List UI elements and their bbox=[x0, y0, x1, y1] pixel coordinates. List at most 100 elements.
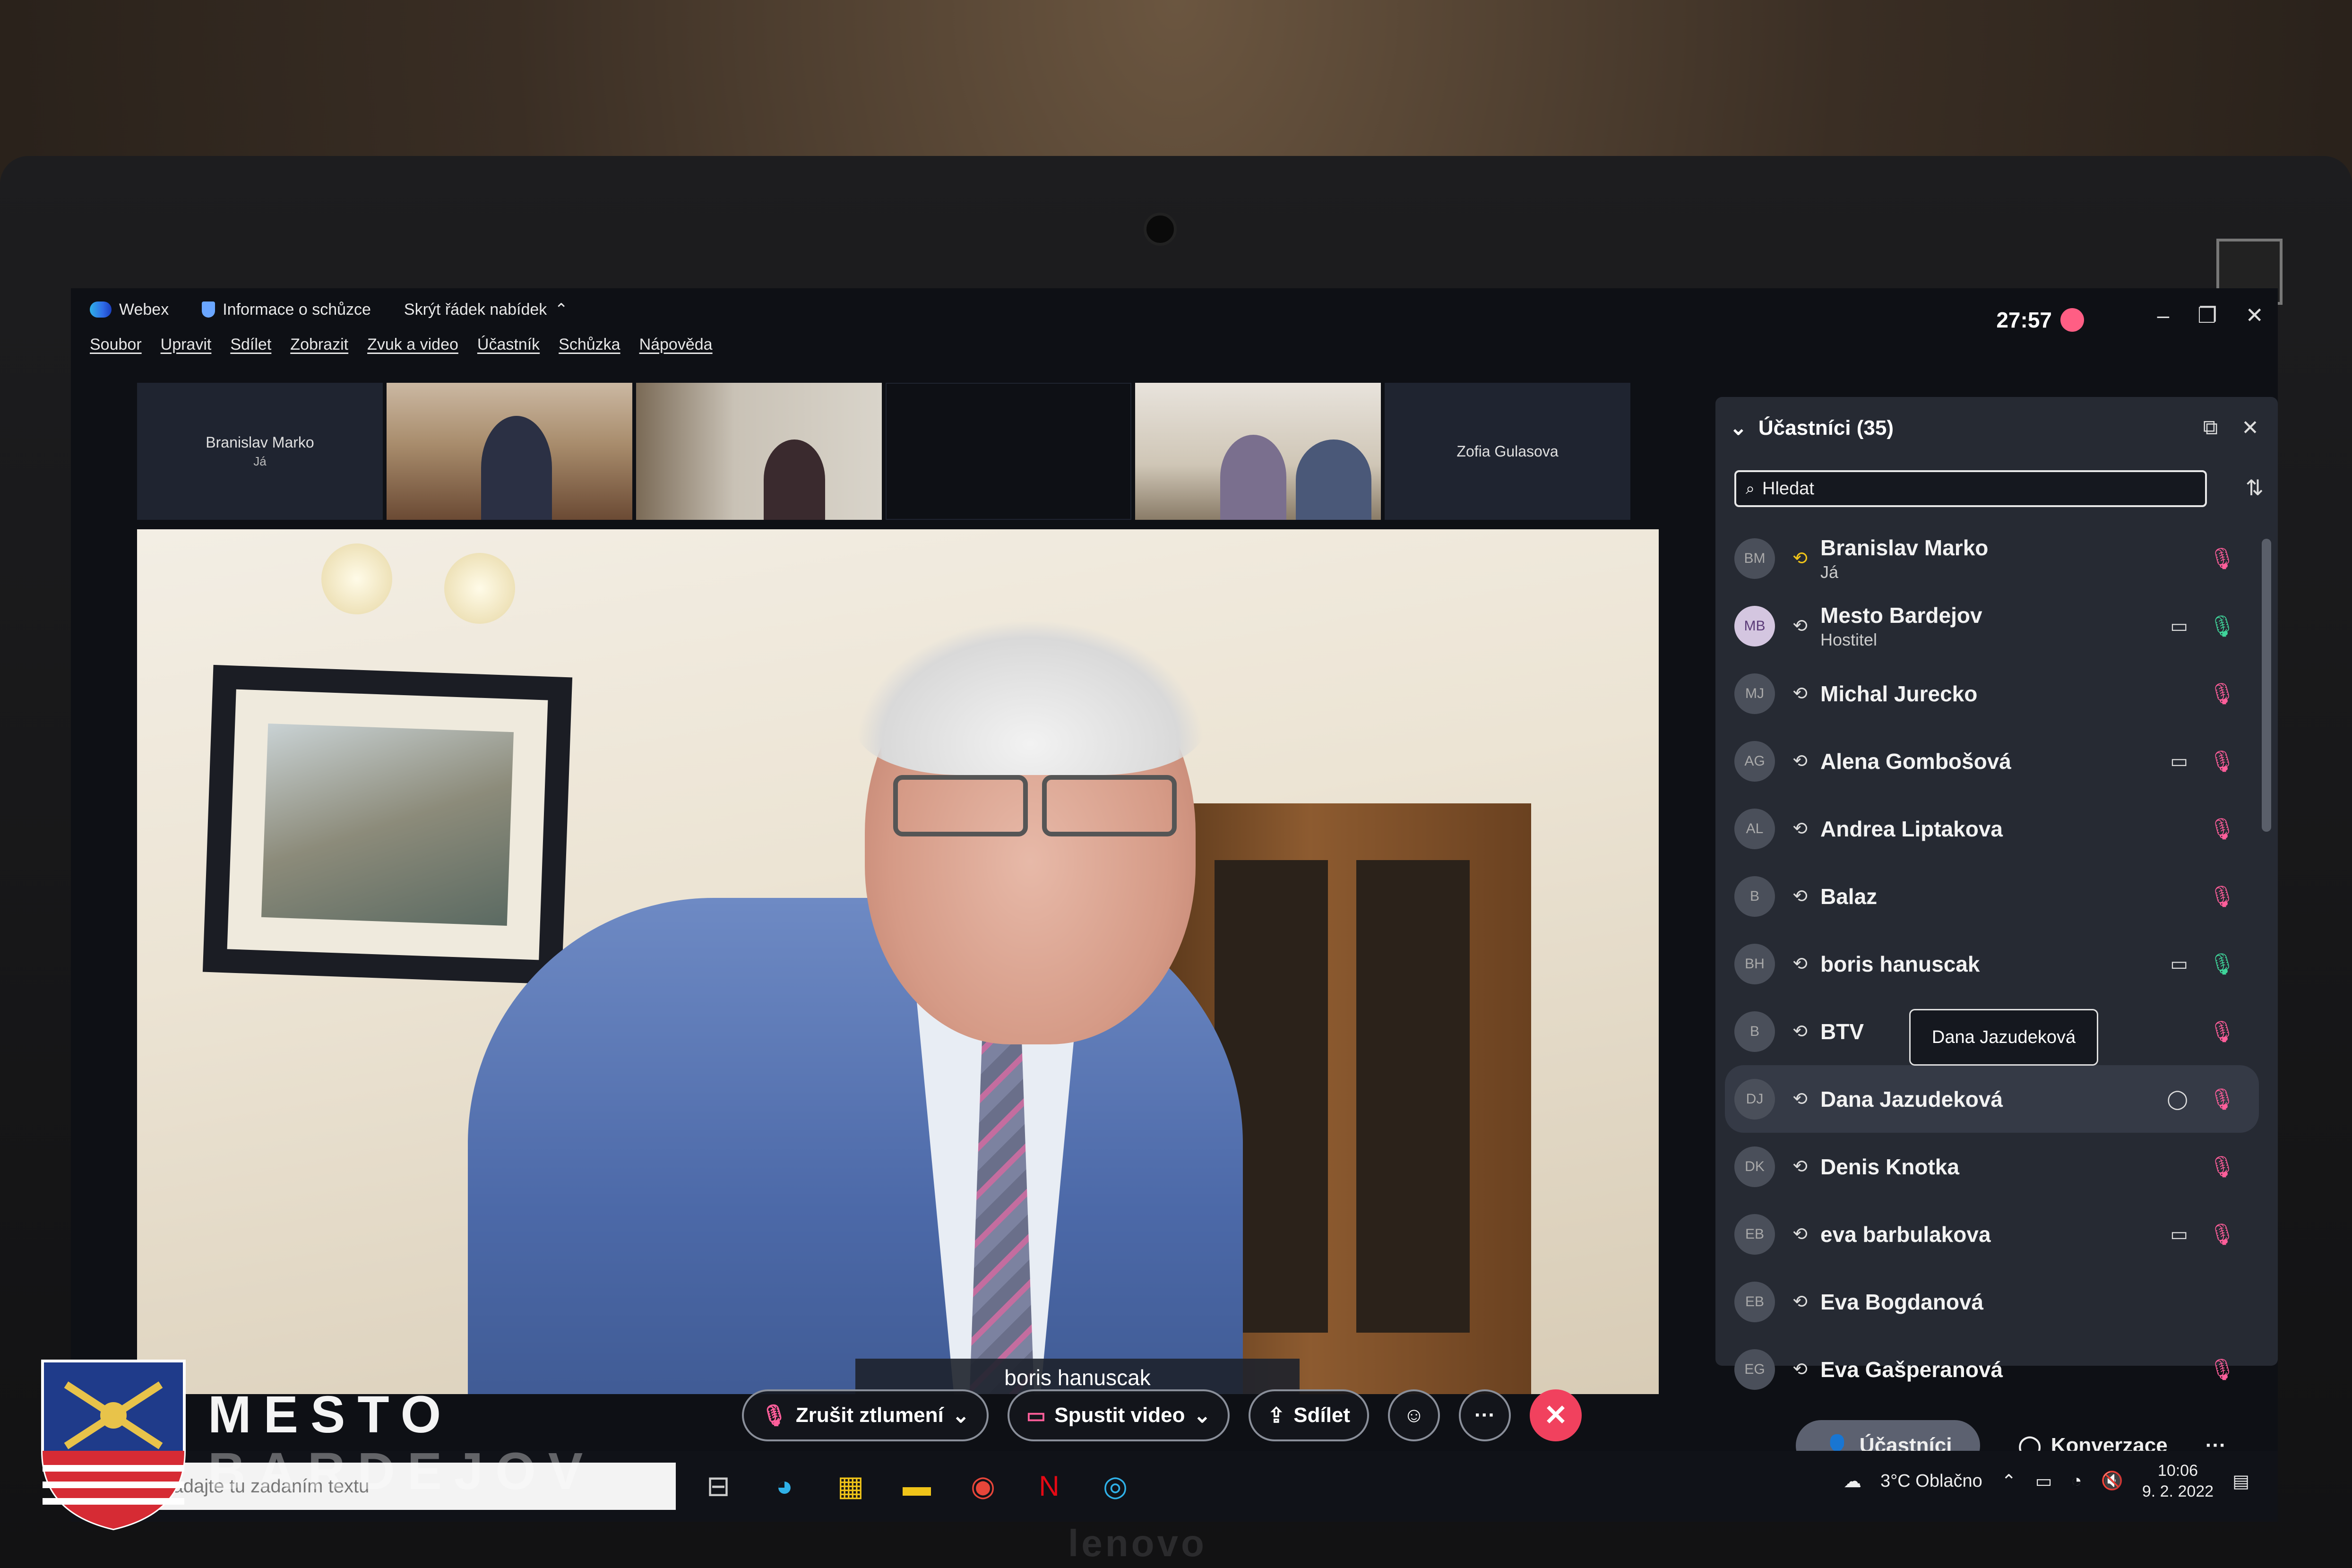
participant-row[interactable]: B ⟲ Balaz 🎙 bbox=[1725, 862, 2259, 930]
thumbnail-video[interactable] bbox=[387, 383, 632, 520]
participant-row[interactable]: EB ⟲ eva barbulakova ▭ 🎙 bbox=[1725, 1200, 2259, 1268]
avatar: B bbox=[1734, 1011, 1775, 1052]
mic-muted-icon: 🎙 bbox=[761, 1404, 787, 1427]
participant-name: Dana Jazudeková bbox=[1820, 1086, 2003, 1111]
mic-muted-icon[interactable]: 🎙 bbox=[2209, 1087, 2235, 1111]
mic-muted-icon[interactable]: 🎙 bbox=[2209, 1154, 2235, 1179]
chat-icon[interactable]: ◯ bbox=[2167, 1088, 2188, 1110]
participant-row[interactable]: MJ ⟲ Michal Jurecko 🎙 bbox=[1725, 660, 2259, 727]
webex-app[interactable]: Webex bbox=[90, 301, 169, 319]
meeting-controls: 🎙 Zrušit ztlumení ⌄ ▭ Spustit video ⌄ ⇪ … bbox=[742, 1389, 1582, 1441]
unmute-button[interactable]: 🎙 Zrušit ztlumení ⌄ bbox=[742, 1389, 989, 1441]
share-button[interactable]: ⇪ Sdílet bbox=[1249, 1389, 1370, 1441]
mic-muted-icon[interactable]: 🎙 bbox=[2209, 749, 2235, 774]
battery-icon[interactable]: ▭ bbox=[2035, 1471, 2052, 1492]
recording-icon bbox=[2060, 308, 2084, 332]
chrome-icon[interactable]: ◉ bbox=[964, 1470, 1002, 1503]
more-options-button[interactable]: ··· bbox=[1459, 1389, 1511, 1441]
close-panel-icon[interactable]: ✕ bbox=[2241, 416, 2259, 440]
start-video-button[interactable]: ▭ Spustit video ⌄ bbox=[1007, 1389, 1230, 1441]
chevron-up-icon[interactable]: ⌃ bbox=[2001, 1471, 2016, 1492]
panel-title: Účastníci (35) bbox=[1758, 416, 1894, 439]
volume-muted-icon[interactable]: 🔇 bbox=[2101, 1471, 2123, 1491]
participant-row[interactable]: BH ⟲ boris hanuscak ▭ 🎙 bbox=[1725, 930, 2259, 998]
avatar: DK bbox=[1734, 1146, 1775, 1187]
thumbnail-video[interactable] bbox=[886, 383, 1131, 520]
minimize-icon[interactable]: – bbox=[2157, 302, 2170, 328]
menu-meeting[interactable]: Schůzka bbox=[559, 336, 620, 354]
participant-name: Mesto Bardejov bbox=[1820, 603, 1982, 628]
store-icon[interactable]: ▦ bbox=[832, 1470, 870, 1503]
participant-name: Denis Knotka bbox=[1820, 1154, 1959, 1179]
search-input[interactable] bbox=[1762, 478, 2188, 499]
menu-share[interactable]: Sdílet bbox=[230, 336, 271, 354]
connection-icon: ⟲ bbox=[1792, 954, 1808, 974]
webex-taskbar-icon[interactable]: ◎ bbox=[1096, 1470, 1134, 1503]
edge-icon[interactable]: ◕ bbox=[766, 1470, 803, 1503]
reactions-button[interactable]: ☺ bbox=[1388, 1389, 1440, 1441]
menu-view[interactable]: Zobrazit bbox=[290, 336, 348, 354]
connection-icon: ⟲ bbox=[1792, 1089, 1808, 1109]
leave-meeting-button[interactable]: ✕ bbox=[1530, 1389, 1582, 1441]
maximize-icon[interactable]: ❐ bbox=[2197, 302, 2217, 328]
chevron-down-icon[interactable]: ⌄ bbox=[1193, 1404, 1211, 1428]
camera-icon: ▭ bbox=[2170, 1223, 2188, 1245]
menu-participant[interactable]: Účastník bbox=[477, 336, 540, 354]
netflix-icon[interactable]: N bbox=[1030, 1470, 1068, 1503]
participant-row[interactable]: EG ⟲ Eva Gašperanová 🎙 bbox=[1725, 1335, 2259, 1403]
thumbnail-person bbox=[764, 439, 825, 520]
wifi-icon[interactable]: ◔ bbox=[2071, 1471, 2082, 1491]
participant-row[interactable]: EB ⟲ Eva Bogdanová bbox=[1725, 1268, 2259, 1335]
mic-muted-icon[interactable]: 🎙 bbox=[2209, 681, 2235, 706]
panel-header[interactable]: ⌄ Účastníci (35) bbox=[1730, 416, 1894, 440]
task-view-icon[interactable]: ⊟ bbox=[699, 1470, 737, 1503]
sort-icon[interactable]: ⇅ bbox=[2245, 475, 2264, 500]
participant-row[interactable]: MB ⟲ Mesto Bardejov Hostitel ▭ 🎙 bbox=[1725, 592, 2259, 660]
webcam bbox=[1144, 213, 1177, 246]
mic-muted-icon[interactable]: 🎙 bbox=[2209, 1357, 2235, 1382]
participant-name: boris hanuscak bbox=[1820, 951, 1980, 976]
camera-icon: ▭ bbox=[2170, 750, 2188, 772]
mic-muted-icon[interactable]: 🎙 bbox=[2209, 546, 2235, 571]
participant-row[interactable]: DJ ⟲ Dana Jazudeková ◯ 🎙 bbox=[1725, 1065, 2259, 1133]
taskbar-apps: ⊟ ◕ ▦ ▬ ◉ N ◎ bbox=[699, 1470, 1134, 1503]
taskbar-clock[interactable]: 10:06 9. 2. 2022 bbox=[2142, 1460, 2214, 1502]
participant-search[interactable]: ⌕ bbox=[1734, 470, 2207, 507]
folder-icon[interactable]: ▬ bbox=[898, 1470, 936, 1503]
reactions-icon: ☺ bbox=[1403, 1404, 1425, 1427]
thumbnail-zofia[interactable]: Zofia Gulasova bbox=[1385, 383, 1630, 520]
timer-text: 27:57 bbox=[1996, 308, 2052, 332]
panel-scrollbar[interactable] bbox=[2262, 539, 2271, 832]
participant-name: Michal Jurecko bbox=[1820, 681, 1978, 706]
clock-date: 9. 2. 2022 bbox=[2142, 1482, 2214, 1501]
close-icon[interactable]: ✕ bbox=[2245, 302, 2264, 328]
mic-on-icon[interactable]: 🎙 bbox=[2209, 952, 2235, 976]
thumbnail-video[interactable] bbox=[636, 383, 882, 520]
menu-file[interactable]: Soubor bbox=[90, 336, 142, 354]
mic-muted-icon[interactable]: 🎙 bbox=[2209, 1222, 2235, 1247]
participant-row[interactable]: BM ⟲ Branislav Marko Já 🎙 bbox=[1725, 525, 2259, 592]
participant-row[interactable]: AG ⟲ Alena Gombošová ▭ 🎙 bbox=[1725, 727, 2259, 795]
active-speaker-video[interactable]: boris hanuscak bbox=[137, 529, 1659, 1394]
meeting-info-button[interactable]: Informace o schůzce bbox=[202, 301, 371, 319]
mic-muted-icon[interactable]: 🎙 bbox=[2209, 884, 2235, 909]
hide-menu-button[interactable]: Skrýt řádek nabídek ⌃ bbox=[404, 300, 568, 319]
thumbnail-video[interactable] bbox=[1135, 383, 1381, 520]
chevron-down-icon[interactable]: ⌄ bbox=[952, 1404, 970, 1428]
menu-edit[interactable]: Upravit bbox=[161, 336, 212, 354]
thumbnail-self[interactable]: Branislav Marko Já bbox=[137, 383, 383, 520]
mic-muted-icon[interactable]: 🎙 bbox=[2209, 1019, 2235, 1044]
popout-icon[interactable]: ⧉ bbox=[2203, 416, 2218, 440]
mic-muted-icon[interactable]: 🎙 bbox=[2209, 817, 2235, 841]
participant-row[interactable]: AL ⟲ Andrea Liptakova 🎙 bbox=[1725, 795, 2259, 862]
connection-icon: ⟲ bbox=[1792, 549, 1808, 569]
notifications-icon[interactable]: ▤ bbox=[2232, 1471, 2249, 1492]
participant-name: Eva Bogdanová bbox=[1820, 1289, 1984, 1314]
bardejov-coat-of-arms-icon bbox=[41, 1360, 186, 1531]
participant-name: Eva Gašperanová bbox=[1820, 1357, 2003, 1382]
participant-row[interactable]: DK ⟲ Denis Knotka 🎙 bbox=[1725, 1133, 2259, 1200]
meeting-info-label: Informace o schůzce bbox=[223, 300, 371, 319]
menu-help[interactable]: Nápověda bbox=[639, 336, 713, 354]
mic-on-icon[interactable]: 🎙 bbox=[2209, 614, 2235, 638]
menu-audio-video[interactable]: Zvuk a video bbox=[367, 336, 458, 354]
